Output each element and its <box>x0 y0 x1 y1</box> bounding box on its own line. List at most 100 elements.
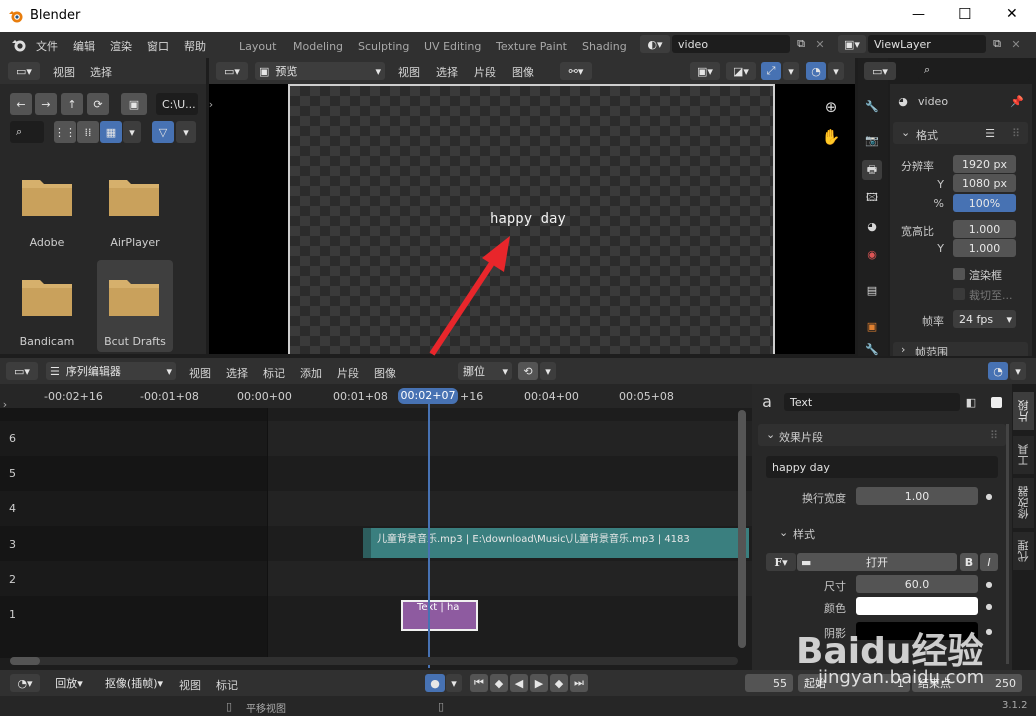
overlays-dropdown[interactable]: ▾ <box>828 62 844 80</box>
gizmo-dropdown[interactable]: ▾ <box>783 62 799 80</box>
aspect-y-field[interactable]: 1.000 <box>953 239 1016 257</box>
maximize-button[interactable]: ☐ <box>958 5 971 23</box>
keyframe-dot-icon[interactable]: ● <box>984 597 994 615</box>
folder-item[interactable]: Adobe <box>10 162 86 252</box>
keyframe-dot-icon[interactable]: ● <box>984 622 994 640</box>
preview-menu-strip[interactable]: 片段 <box>474 64 496 80</box>
forward-button[interactable]: → <box>35 93 57 115</box>
tab-strip[interactable]: 片段 <box>1013 392 1034 430</box>
preview-editor-type-button[interactable]: ▭▾ <box>216 62 248 80</box>
crop-checkbox[interactable] <box>953 288 965 300</box>
next-keyframe-button[interactable]: ◆ <box>550 674 568 692</box>
sequencer-mode-dropdown[interactable]: ☰ 序列编辑器 ▾ <box>46 362 176 380</box>
folder-item[interactable]: Bcut Drafts <box>97 260 173 352</box>
menu-window[interactable]: 窗口 <box>147 38 169 54</box>
playhead-line[interactable] <box>428 404 430 668</box>
scene-delete-icon[interactable]: ✕ <box>812 35 828 53</box>
sidebar-scrollbar[interactable] <box>1006 424 1009 664</box>
editor-type-button[interactable]: ▭▾ <box>8 62 40 80</box>
menu-edit[interactable]: 编辑 <box>73 38 95 54</box>
scene-tab-icon[interactable]: ◕ <box>862 216 882 236</box>
font-selector-button[interactable]: F▾ <box>766 553 796 571</box>
tab-texture-paint[interactable]: Texture Paint <box>496 40 567 53</box>
viewlayer-selector-button[interactable]: ▣▾ <box>838 35 866 53</box>
resolution-percentage-field[interactable]: 100% <box>953 194 1016 212</box>
play-reverse-button[interactable]: ◀ <box>510 674 528 692</box>
resolution-x-field[interactable]: 1920 px <box>953 155 1016 173</box>
texture-tab-icon[interactable]: ▣ <box>862 316 882 336</box>
tab-uv-editing[interactable]: UV Editing <box>424 40 481 53</box>
preview-menu-view[interactable]: 视图 <box>398 64 420 80</box>
tool-tab-icon[interactable]: 🔧 <box>862 96 882 116</box>
scene-name-field[interactable]: video <box>672 35 790 53</box>
keyframe-dot-icon[interactable]: ● <box>984 575 994 593</box>
frame-range-panel-header[interactable]: › 帧范围 <box>893 342 1028 356</box>
seq-menu-view[interactable]: 视图 <box>189 365 211 381</box>
overlays-toggle-button[interactable]: ◔ <box>806 62 826 80</box>
render-region-checkbox[interactable] <box>953 268 965 280</box>
seq-menu-marker[interactable]: 标记 <box>263 365 285 381</box>
font-open-button[interactable]: ▬ 打开 <box>797 553 957 571</box>
new-folder-button[interactable]: ▣ <box>121 93 147 115</box>
pin-icon[interactable]: 📌 <box>1008 92 1026 110</box>
timeline-editor-type-button[interactable]: ◔▾ <box>10 674 40 692</box>
horizontal-scroll-thumb[interactable] <box>10 657 40 665</box>
prev-keyframe-button[interactable]: ◆ <box>490 674 508 692</box>
back-button[interactable]: ← <box>10 93 32 115</box>
folder-item[interactable]: Bandicam <box>10 260 86 350</box>
blender-menu-icon[interactable] <box>10 36 28 54</box>
minimize-button[interactable]: — <box>912 7 925 22</box>
menu-render[interactable]: 渲染 <box>110 38 132 54</box>
seq-menu-strip[interactable]: 片段 <box>337 365 359 381</box>
properties-search-field[interactable]: ⌕ <box>918 60 1030 80</box>
jump-start-button[interactable]: ⏮ <box>470 674 488 692</box>
keyframe-dot-icon[interactable]: ● <box>984 487 994 505</box>
auto-keying-button[interactable]: ● <box>425 674 445 692</box>
playback-menu[interactable]: 回放 ▾ <box>50 674 88 692</box>
horizontal-scrollbar[interactable] <box>10 657 738 665</box>
filebrowser-menu-select[interactable]: 选择 <box>90 64 112 80</box>
scene-selector-button[interactable]: ◐▾ <box>640 35 670 53</box>
tab-modeling[interactable]: Modeling <box>293 40 343 53</box>
current-frame-field[interactable]: 55 <box>745 674 793 692</box>
properties-editor-type-button[interactable]: ▭▾ <box>864 62 896 80</box>
resolution-y-field[interactable]: 1080 px <box>953 174 1016 192</box>
play-button[interactable]: ▶ <box>530 674 548 692</box>
snap-dropdown[interactable]: ▾ <box>540 362 556 380</box>
render-tab-icon[interactable]: 📷 <box>862 130 882 150</box>
tab-sculpting[interactable]: Sculpting <box>358 40 409 53</box>
tool-settings-icon[interactable]: 🔧 <box>862 342 882 356</box>
bold-toggle-button[interactable]: B <box>960 553 978 571</box>
overlap-mode-dropdown[interactable]: 挪位 ▾ <box>458 362 512 380</box>
output-tab-icon[interactable]: 🖶 <box>862 160 882 180</box>
seq-menu-image[interactable]: 图像 <box>374 365 396 381</box>
gizmo-toggle-button[interactable]: ⤢ <box>761 62 781 80</box>
collection-tab-icon[interactable]: ▤ <box>862 280 882 300</box>
path-field[interactable]: C:\U... <box>156 93 198 115</box>
seq-overlays-dropdown[interactable]: ▾ <box>1010 362 1026 380</box>
preview-menu-select[interactable]: 选择 <box>436 64 458 80</box>
viewlayer-copy-icon[interactable]: ⧉ <box>988 35 1006 53</box>
tab-tools[interactable]: 工具 <box>1013 436 1034 474</box>
audio-strip[interactable]: 儿童背景音乐.mp3 | E:\download\Music\儿童背景音乐.mp… <box>363 528 749 558</box>
parent-dir-button[interactable]: ↑ <box>61 93 83 115</box>
viewlayer-delete-icon[interactable]: ✕ <box>1008 35 1024 53</box>
tab-proxy[interactable]: 代理 <box>1013 532 1034 570</box>
jump-end-button[interactable]: ⏭ <box>570 674 588 692</box>
vertical-scrollbar[interactable] <box>738 410 746 648</box>
close-button[interactable]: ✕ <box>1006 6 1018 22</box>
keying-menu[interactable]: 抠像(插帧) ▾ <box>96 674 172 692</box>
overlay-dropdown[interactable]: ◪▾ <box>726 62 756 80</box>
text-content-field[interactable]: happy day <box>766 456 998 478</box>
fps-dropdown[interactable]: 24 fps ▾ <box>953 310 1016 328</box>
menu-file[interactable]: 文件 <box>36 38 58 54</box>
sequencer-editor-type-button[interactable]: ▭▾ <box>6 362 38 380</box>
seq-menu-add[interactable]: 添加 <box>300 365 322 381</box>
font-size-field[interactable]: 60.0 <box>856 575 978 593</box>
filebrowser-menu-view[interactable]: 视图 <box>53 64 75 80</box>
seq-menu-select[interactable]: 选择 <box>226 365 248 381</box>
strip-mute-checkbox[interactable] <box>991 397 1002 408</box>
auto-keying-dropdown[interactable]: ▾ <box>446 674 462 692</box>
view-list-vertical-button[interactable]: ⋮⋮ <box>54 121 76 143</box>
scene-copy-icon[interactable]: ⧉ <box>792 35 810 53</box>
